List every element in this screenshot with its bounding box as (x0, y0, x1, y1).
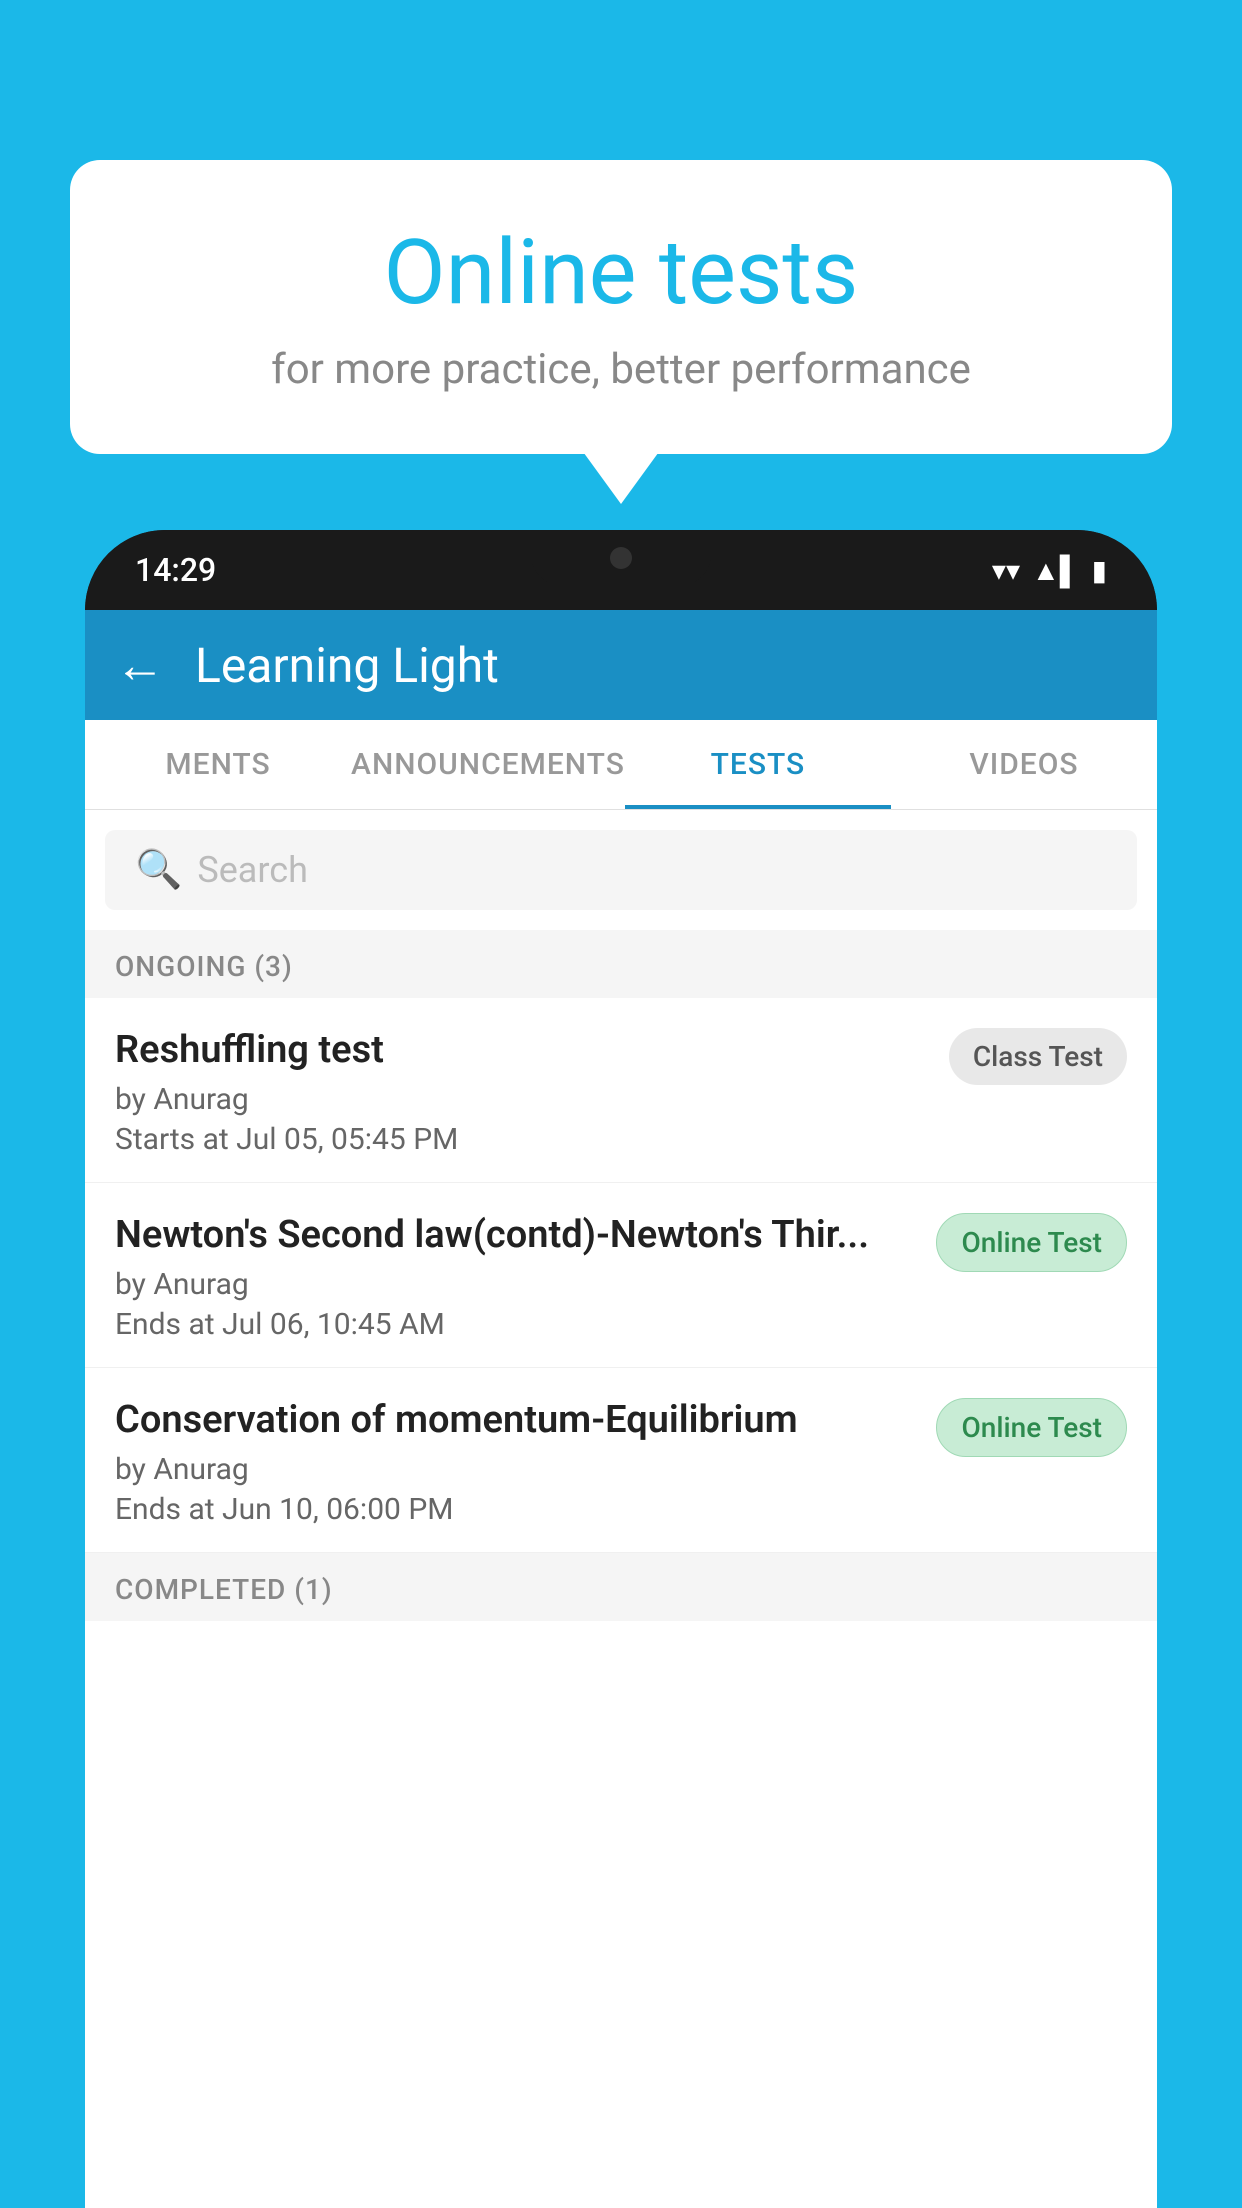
tab-ments[interactable]: MENTS (85, 720, 351, 809)
test-info: Conservation of momentum-Equilibrium by … (115, 1398, 936, 1527)
test-info: Newton's Second law(contd)-Newton's Thir… (115, 1213, 936, 1342)
test-date: Starts at Jul 05, 05:45 PM (115, 1122, 929, 1157)
status-bar: 14:29 ▾▾ ▲▌ ▮ (85, 530, 1157, 610)
test-name: Reshuffling test (115, 1028, 929, 1072)
search-placeholder: Search (197, 849, 308, 891)
phone-screen: ← Learning Light MENTS ANNOUNCEMENTS TES… (85, 610, 1157, 2208)
phone-frame: 14:29 ▾▾ ▲▌ ▮ ← Learning Light MENTS ANN… (85, 530, 1157, 2208)
test-author: by Anurag (115, 1082, 929, 1117)
test-item[interactable]: Conservation of momentum-Equilibrium by … (85, 1368, 1157, 1553)
test-badge-class: Class Test (949, 1028, 1127, 1085)
search-bar[interactable]: 🔍 Search (105, 830, 1137, 910)
test-list: Reshuffling test by Anurag Starts at Jul… (85, 998, 1157, 1553)
tab-bar: MENTS ANNOUNCEMENTS TESTS VIDEOS (85, 720, 1157, 810)
test-item[interactable]: Reshuffling test by Anurag Starts at Jul… (85, 998, 1157, 1183)
status-time: 14:29 (135, 551, 216, 589)
tab-tests[interactable]: TESTS (625, 720, 891, 809)
app-bar: ← Learning Light (85, 610, 1157, 720)
test-name: Newton's Second law(contd)-Newton's Thir… (115, 1213, 916, 1257)
test-item[interactable]: Newton's Second law(contd)-Newton's Thir… (85, 1183, 1157, 1368)
test-info: Reshuffling test by Anurag Starts at Jul… (115, 1028, 949, 1157)
signal-icon: ▲▌ (1032, 554, 1080, 587)
bubble-subtitle: for more practice, better performance (150, 345, 1092, 394)
status-icons: ▾▾ ▲▌ ▮ (992, 554, 1107, 587)
test-date: Ends at Jun 10, 06:00 PM (115, 1492, 916, 1527)
phone-notch (531, 530, 711, 585)
test-author: by Anurag (115, 1452, 916, 1487)
tab-announcements[interactable]: ANNOUNCEMENTS (351, 720, 625, 809)
ongoing-section-header: ONGOING (3) (85, 930, 1157, 998)
test-author: by Anurag (115, 1267, 916, 1302)
speech-bubble: Online tests for more practice, better p… (70, 160, 1172, 454)
test-badge-online: Online Test (936, 1213, 1127, 1272)
completed-section-header: COMPLETED (1) (85, 1553, 1157, 1621)
back-button[interactable]: ← (115, 636, 165, 695)
wifi-icon: ▾▾ (992, 554, 1020, 587)
test-name: Conservation of momentum-Equilibrium (115, 1398, 916, 1442)
test-date: Ends at Jul 06, 10:45 AM (115, 1307, 916, 1342)
test-badge-online: Online Test (936, 1398, 1127, 1457)
app-bar-title: Learning Light (195, 637, 499, 694)
camera (610, 547, 632, 569)
bubble-title: Online tests (150, 220, 1092, 325)
tab-videos[interactable]: VIDEOS (891, 720, 1157, 809)
search-icon: 🔍 (135, 848, 182, 892)
battery-icon: ▮ (1092, 554, 1107, 587)
